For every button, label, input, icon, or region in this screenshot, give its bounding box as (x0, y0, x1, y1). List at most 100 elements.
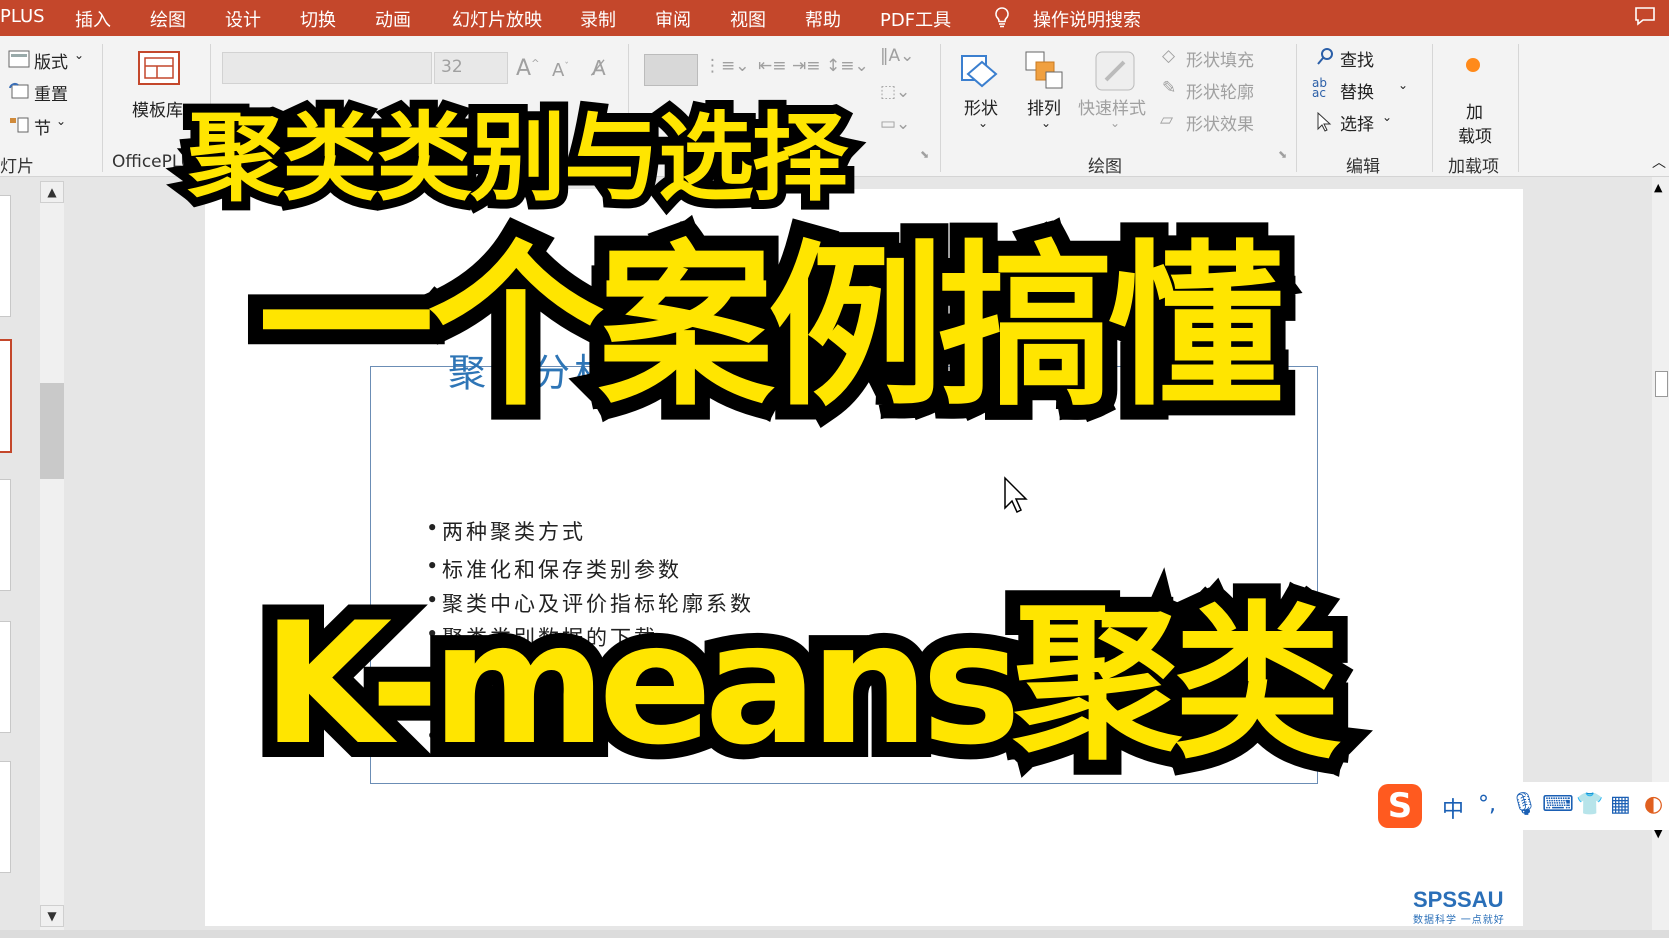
smartart-icon[interactable]: ▭⌄ (880, 114, 910, 134)
divider (1432, 44, 1433, 172)
shape-effects-button[interactable]: 形状效果 (1186, 110, 1254, 135)
mouse-pointer-icon (1004, 476, 1028, 514)
chevron-down-icon: ⌄ (56, 114, 67, 128)
addins-icon (1466, 58, 1480, 72)
chevron-down-icon: ⌄ (1110, 116, 1121, 130)
logo-text: SPSSAU (1413, 887, 1504, 912)
addins-button-line2[interactable]: 载项 (1458, 122, 1492, 147)
increase-indent-icon[interactable]: ⇥≡ (792, 56, 821, 76)
tab-draw[interactable]: 绘图 (150, 6, 186, 32)
tab-transitions[interactable]: 切换 (300, 6, 336, 32)
font-size-value: 32 (441, 57, 463, 77)
grow-font-icon[interactable]: A^ (516, 56, 539, 81)
spssau-logo: SPSSAU 数据科学 一点就好 (1413, 887, 1505, 926)
line-spacing-icon[interactable]: ↕≡⌄ (826, 56, 869, 76)
replace-button[interactable]: 替换 (1340, 78, 1374, 103)
section-button[interactable]: 节 (34, 114, 51, 139)
overlay-title-line1: 聚类类别与选择 (179, 93, 857, 223)
tell-me-search[interactable]: 操作说明搜索 (1033, 6, 1141, 32)
tab-pdf-tools[interactable]: PDF工具 (880, 6, 951, 32)
microphone-icon[interactable]: 🎙 (1510, 792, 1538, 817)
menu-bar: PLUS 插入 绘图 设计 切换 动画 幻灯片放映 录制 审阅 视图 帮助 PD… (0, 0, 1669, 36)
bullet-item: 两种聚类方式 (426, 516, 586, 546)
dialog-launcher-icon[interactable]: ⬊ (1278, 148, 1287, 161)
section-icon (10, 117, 29, 133)
numbering-icon[interactable]: ⋮≡⌄ (704, 56, 750, 76)
ime-mode-toggle[interactable]: 中 (1442, 792, 1464, 824)
chevron-down-icon: ⌄ (1041, 116, 1052, 130)
template-library-icon (138, 51, 180, 85)
divider (1296, 44, 1297, 172)
tab-plus[interactable]: PLUS (0, 6, 45, 27)
text-direction-icon[interactable]: ‖A⌄ (880, 46, 914, 66)
pen-icon: ✎ (1162, 78, 1177, 98)
select-button[interactable]: 选择 (1340, 110, 1374, 135)
reset-button[interactable]: 重置 (34, 80, 68, 105)
skin-icon[interactable]: 👕 (1576, 792, 1603, 817)
tab-insert[interactable]: 插入 (75, 6, 111, 32)
tab-review[interactable]: 审阅 (655, 6, 691, 32)
logo-subtext: 数据科学 一点就好 (1413, 915, 1505, 926)
drawing-group-label: 绘图 (1088, 157, 1122, 177)
keyboard-icon[interactable]: ⌨ (1542, 792, 1574, 817)
divider (940, 44, 941, 172)
tab-help[interactable]: 帮助 (805, 6, 841, 32)
dialog-launcher-icon[interactable]: ⬊ (920, 148, 929, 161)
comment-icon[interactable] (1634, 6, 1656, 26)
slides-group-label: 灯片 (0, 157, 34, 177)
paint-bucket-icon: ◇ (1162, 46, 1176, 66)
divider (102, 44, 103, 172)
replace-icon: ab ac (1312, 76, 1327, 100)
scrollbar-thumb[interactable] (1655, 371, 1668, 397)
thumbnail-scrollbar[interactable] (40, 183, 64, 931)
shrink-font-icon[interactable]: Aˇ (552, 60, 569, 81)
chevron-down-icon: ⌄ (74, 48, 85, 62)
collapse-ribbon-icon[interactable]: ︿ (1652, 152, 1666, 172)
bullet-item: 标准化和保存类别参数 (426, 554, 682, 584)
addins-button-line1[interactable]: 加 (1466, 98, 1483, 123)
decrease-indent-icon[interactable]: ⇤≡ (758, 56, 787, 76)
scroll-up-button[interactable]: ▲ (40, 181, 64, 203)
shape-outline-button[interactable]: 形状轮廓 (1186, 78, 1254, 103)
toolbox-icon[interactable]: ▦ (1610, 792, 1631, 817)
lightbulb-icon (995, 7, 1009, 28)
tab-record[interactable]: 录制 (580, 6, 616, 32)
more-icon[interactable]: ◐ (1644, 792, 1663, 817)
scroll-down-button[interactable]: ▼ (40, 905, 64, 927)
officeplus-group-label: OfficePLU (112, 152, 193, 172)
overlay-title-line2: 一个案例搞懂 (243, 225, 1299, 431)
clear-format-icon[interactable]: A̸ (592, 56, 606, 80)
chevron-down-icon: ⌄ (978, 116, 989, 130)
effects-icon: ▱ (1160, 110, 1174, 130)
slide-thumbnail[interactable] (0, 479, 11, 591)
template-library-button[interactable]: 模板库 (132, 96, 183, 121)
status-bar (0, 930, 1669, 938)
shapes-icon (961, 55, 998, 88)
find-button[interactable]: 查找 (1340, 46, 1374, 71)
divider (1518, 44, 1519, 172)
tab-design[interactable]: 设计 (225, 6, 261, 32)
addins-group-label: 加载项 (1448, 157, 1499, 177)
tab-slideshow[interactable]: 幻灯片放映 (452, 6, 542, 32)
chevron-down-icon: ⌄ (1382, 110, 1393, 124)
slide-thumbnail[interactable] (0, 761, 11, 873)
slide-thumbnail[interactable] (0, 621, 11, 733)
shape-fill-button[interactable]: 形状填充 (1186, 46, 1254, 71)
overlay-title-line3: K-means聚类 (247, 585, 1356, 783)
tab-animations[interactable]: 动画 (375, 6, 411, 32)
scrollbar-thumb[interactable] (40, 383, 64, 479)
sogou-logo-icon[interactable]: S (1378, 784, 1422, 828)
tab-view[interactable]: 视图 (730, 6, 766, 32)
slide-thumbnail[interactable] (0, 195, 11, 317)
chevron-down-icon: ⌄ (1398, 78, 1409, 92)
align-text-icon[interactable]: ⬚⌄ (880, 82, 910, 102)
arrange-icon (1025, 51, 1063, 89)
layout-icon (8, 50, 30, 68)
layout-button[interactable]: 版式 (34, 48, 68, 73)
ime-toolbar: S 中 °, 🎙 ⌨ 👕 ▦ ◐ (1378, 782, 1669, 830)
slide-thumbnail-active[interactable] (0, 339, 12, 453)
scroll-up-icon[interactable]: ▲ (1654, 181, 1662, 194)
ime-punctuation-toggle[interactable]: °, (1478, 792, 1496, 817)
reset-icon (9, 82, 29, 99)
quick-styles-icon (1095, 51, 1135, 91)
